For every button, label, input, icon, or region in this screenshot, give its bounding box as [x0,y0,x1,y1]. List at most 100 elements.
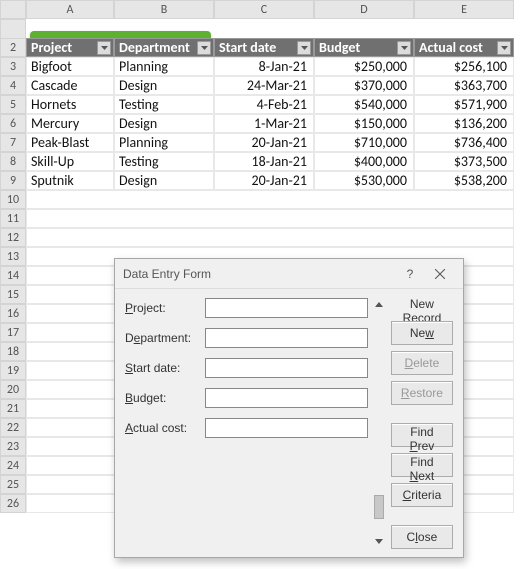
row-header-19[interactable]: 19 [0,361,26,380]
filter-dropdown-icon[interactable] [497,41,511,55]
row-header-18[interactable]: 18 [0,342,26,361]
table-cell[interactable]: $540,000 [314,95,414,114]
table-cell[interactable]: Testing [114,95,214,114]
empty-cell[interactable] [26,190,514,209]
department-field[interactable] [205,328,368,348]
table-cell[interactable]: Planning [114,57,214,76]
col-startdate-header[interactable]: Start date [214,38,314,57]
row-header-12[interactable]: 12 [0,228,26,247]
delete-button[interactable]: Delete [391,351,453,375]
table-cell[interactable]: $538,200 [414,171,514,190]
table-cell[interactable]: $736,400 [414,133,514,152]
find-prev-button[interactable]: Find Prev [391,423,453,447]
row-header-17[interactable]: 17 [0,323,26,342]
col-department-header[interactable]: Department [114,38,214,57]
table-cell[interactable]: Mercury [26,114,114,133]
table-cell[interactable]: Design [114,171,214,190]
row-header-15[interactable]: 15 [0,285,26,304]
select-all-corner[interactable] [0,0,26,19]
table-cell[interactable]: $530,000 [314,171,414,190]
col-header-B[interactable]: B [114,0,214,19]
close-button[interactable]: Close [391,525,453,549]
table-cell[interactable]: $150,000 [314,114,414,133]
row-header-26[interactable]: 26 [0,494,26,513]
table-cell[interactable]: Skill-Up [26,152,114,171]
new-button[interactable]: New [391,321,453,345]
col-header-C[interactable]: C [214,0,314,19]
table-cell[interactable]: Cascade [26,76,114,95]
dialog-title-bar[interactable]: Data Entry Form ? [115,259,463,289]
row-header-8[interactable]: 8 [0,152,26,171]
row-header-23[interactable]: 23 [0,437,26,456]
table-cell[interactable]: 1-Mar-21 [214,114,314,133]
row-header-14[interactable]: 14 [0,266,26,285]
filter-dropdown-icon[interactable] [297,41,311,55]
table-cell[interactable]: 8-Jan-21 [214,57,314,76]
row-header-4[interactable]: 4 [0,76,26,95]
table-cell[interactable]: Sputnik [26,171,114,190]
table-cell[interactable]: Bigfoot [26,57,114,76]
row-header-22[interactable]: 22 [0,418,26,437]
row-header-3[interactable]: 3 [0,57,26,76]
dialog-buttons: New Record New Delete Restore Find Prev … [391,297,453,549]
project-field[interactable] [205,298,368,318]
budget-field[interactable] [205,388,368,408]
table-cell[interactable]: Peak-Blast [26,133,114,152]
table-cell[interactable]: $136,200 [414,114,514,133]
close-icon[interactable] [425,263,455,285]
col-header-E[interactable]: E [414,0,514,19]
scroll-thumb[interactable] [374,495,384,519]
table-cell[interactable]: $370,000 [314,76,414,95]
col-project-header[interactable]: Project [26,38,114,57]
row-header-10[interactable]: 10 [0,190,26,209]
criteria-button[interactable]: Criteria [391,483,453,507]
find-next-button[interactable]: Find Next [391,453,453,477]
table-cell[interactable]: 20-Jan-21 [214,133,314,152]
empty-cell[interactable] [26,228,514,247]
table-cell[interactable]: 18-Jan-21 [214,152,314,171]
col-budget-header[interactable]: Budget [314,38,414,57]
startdate-label: Start date: [125,361,205,375]
row-header-7[interactable]: 7 [0,133,26,152]
table-cell[interactable]: 4-Feb-21 [214,95,314,114]
filter-dropdown-icon[interactable] [97,41,111,55]
table-cell[interactable]: Hornets [26,95,114,114]
row-header-25[interactable]: 25 [0,475,26,494]
table-cell[interactable]: 20-Jan-21 [214,171,314,190]
record-scrollbar[interactable] [374,297,385,549]
table-cell[interactable]: Design [114,114,214,133]
actualcost-field[interactable] [205,418,368,438]
startdate-field[interactable] [205,358,368,378]
table-cell[interactable]: $373,500 [414,152,514,171]
row-header-5[interactable]: 5 [0,95,26,114]
row-header-20[interactable]: 20 [0,380,26,399]
row-header-6[interactable]: 6 [0,114,26,133]
table-cell[interactable]: $256,100 [414,57,514,76]
row-header-16[interactable]: 16 [0,304,26,323]
scroll-down-icon[interactable] [375,536,383,547]
row-header-9[interactable]: 9 [0,171,26,190]
filter-dropdown-icon[interactable] [197,41,211,55]
table-cell[interactable]: Design [114,76,214,95]
table-cell[interactable]: $710,000 [314,133,414,152]
table-cell[interactable]: $571,900 [414,95,514,114]
scroll-up-icon[interactable] [375,299,383,310]
table-cell[interactable]: $250,000 [314,57,414,76]
row-header-21[interactable]: 21 [0,399,26,418]
filter-dropdown-icon[interactable] [397,41,411,55]
row-header-2[interactable]: 2 [0,38,26,57]
table-cell[interactable]: Testing [114,152,214,171]
row-header-11[interactable]: 11 [0,209,26,228]
col-header-D[interactable]: D [314,0,414,19]
row-header-13[interactable]: 13 [0,247,26,266]
table-cell[interactable]: $400,000 [314,152,414,171]
table-cell[interactable]: $363,700 [414,76,514,95]
restore-button[interactable]: Restore [391,381,453,405]
empty-cell[interactable] [26,209,514,228]
table-cell[interactable]: Planning [114,133,214,152]
col-actualcost-header[interactable]: Actual cost [414,38,514,57]
help-button[interactable]: ? [395,263,425,285]
row-header-24[interactable]: 24 [0,456,26,475]
col-header-A[interactable]: A [26,0,114,19]
table-cell[interactable]: 24-Mar-21 [214,76,314,95]
